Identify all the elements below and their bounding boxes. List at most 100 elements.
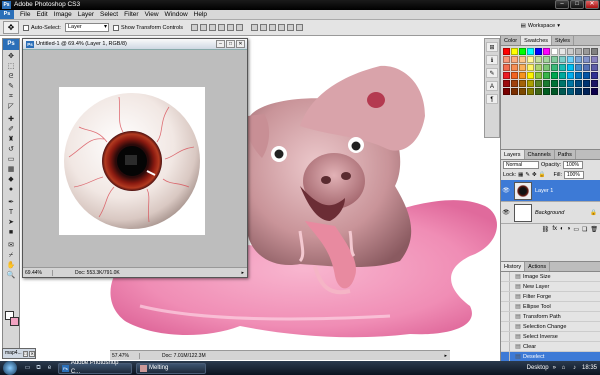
color-swatch[interactable]: [543, 48, 550, 55]
path-select-icon[interactable]: ➤: [4, 218, 18, 228]
color-swatch[interactable]: [503, 72, 510, 79]
fill-input[interactable]: 100%: [564, 171, 584, 179]
distribute-center-icon[interactable]: [287, 24, 295, 31]
color-swatch[interactable]: [567, 56, 574, 63]
color-swatch[interactable]: [519, 88, 526, 95]
color-swatch[interactable]: [575, 80, 582, 87]
trash-icon[interactable]: 🗑: [590, 226, 598, 233]
color-swatch[interactable]: [527, 72, 534, 79]
color-swatch[interactable]: [511, 48, 518, 55]
quick-select-tool-icon[interactable]: ✎: [4, 82, 18, 92]
color-swatch[interactable]: [551, 72, 558, 79]
color-swatch[interactable]: [543, 56, 550, 63]
close-icon[interactable]: ✕: [29, 350, 35, 357]
tab-layers[interactable]: Layers: [501, 150, 525, 159]
maximize-button[interactable]: □: [570, 0, 584, 9]
color-swatch[interactable]: [559, 56, 566, 63]
color-swatch[interactable]: [559, 80, 566, 87]
history-item[interactable]: ▤ Select Inverse: [501, 332, 600, 342]
doc-zoom-field[interactable]: 69.44%: [23, 269, 53, 276]
history-item[interactable]: ▤ Transform Path: [501, 312, 600, 322]
menu-window[interactable]: Window: [162, 10, 191, 20]
history-item[interactable]: ▤ Image Size: [501, 272, 600, 282]
distribute-top-icon[interactable]: [251, 24, 259, 31]
color-swatch[interactable]: [583, 80, 590, 87]
history-item[interactable]: ▤ Selection Change: [501, 322, 600, 332]
status-menu-arrow-icon[interactable]: ▸: [241, 270, 247, 276]
color-swatch[interactable]: [583, 64, 590, 71]
color-swatch[interactable]: [559, 48, 566, 55]
color-swatch[interactable]: [503, 48, 510, 55]
brushes-panel-icon[interactable]: ✎: [486, 68, 498, 78]
color-swatch[interactable]: [535, 56, 542, 63]
color-swatch[interactable]: [591, 88, 598, 95]
color-swatch[interactable]: [527, 48, 534, 55]
document-page[interactable]: [59, 87, 205, 235]
align-top-icon[interactable]: [191, 24, 199, 31]
tab-channels[interactable]: Channels: [525, 150, 555, 159]
close-button[interactable]: ✕: [585, 0, 599, 9]
network-icon[interactable]: ⌂: [560, 365, 567, 372]
hand-tool-icon[interactable]: ✋: [4, 261, 18, 271]
clock[interactable]: 18:35: [582, 365, 597, 371]
color-swatch[interactable]: [511, 72, 518, 79]
color-swatch[interactable]: [527, 64, 534, 71]
shape-tool-icon[interactable]: ■: [4, 228, 18, 238]
menu-filter[interactable]: Filter: [121, 10, 141, 20]
color-swatch[interactable]: [543, 72, 550, 79]
tab-history[interactable]: History: [501, 262, 526, 271]
eraser-tool-icon[interactable]: ▭: [4, 155, 18, 165]
menu-select[interactable]: Select: [97, 10, 121, 20]
tab-color[interactable]: Color: [501, 36, 522, 45]
minimize-button[interactable]: –: [555, 0, 569, 9]
color-swatch[interactable]: [543, 80, 550, 87]
color-swatch[interactable]: [535, 48, 542, 55]
distribute-right-icon[interactable]: [296, 24, 304, 31]
color-swatch[interactable]: [511, 64, 518, 71]
color-swatch[interactable]: [583, 56, 590, 63]
history-item[interactable]: ▤ Filter Forge: [501, 292, 600, 302]
color-swatch[interactable]: [575, 48, 582, 55]
lock-transparency-icon[interactable]: ▦: [518, 172, 523, 178]
color-swatch[interactable]: [567, 48, 574, 55]
lock-all-icon[interactable]: 🔒: [539, 172, 546, 178]
visibility-eye-icon[interactable]: 👁: [501, 209, 511, 216]
notes-tool-icon[interactable]: ✉: [4, 241, 18, 251]
layer-mask-icon[interactable]: ◐: [560, 226, 564, 232]
tab-paths[interactable]: Paths: [555, 150, 576, 159]
color-swatch[interactable]: [511, 88, 518, 95]
status-menu-arrow-icon[interactable]: ▸: [444, 353, 450, 359]
zoom-tool-icon[interactable]: 🔍: [4, 271, 18, 281]
workspace-menu[interactable]: ▤ Workspace ▾: [521, 23, 560, 29]
auto-select-dropdown[interactable]: Layer: [64, 23, 109, 32]
color-swatch[interactable]: [591, 64, 598, 71]
lasso-tool-icon[interactable]: ᘓ: [4, 72, 18, 82]
dodge-tool-icon[interactable]: ●: [4, 185, 18, 195]
layer-row[interactable]: 👁 Background 🔒: [501, 202, 600, 224]
show-transform-checkbox[interactable]: Show Transform Controls: [112, 24, 183, 31]
color-swatch[interactable]: [551, 56, 558, 63]
distribute-left-icon[interactable]: [278, 24, 286, 31]
color-swatch[interactable]: [567, 64, 574, 71]
start-button[interactable]: [3, 361, 17, 375]
color-swatch[interactable]: [551, 48, 558, 55]
color-swatch[interactable]: [503, 80, 510, 87]
color-swatch[interactable]: [527, 80, 534, 87]
move-tool-icon[interactable]: ✥: [4, 52, 18, 62]
eyedropper-icon[interactable]: ⌿: [4, 251, 18, 261]
show-desktop-icon[interactable]: ▭: [23, 364, 32, 373]
gradient-tool-icon[interactable]: ▦: [4, 165, 18, 175]
doc-close-button[interactable]: ✕: [236, 40, 245, 48]
layer-row[interactable]: 👁 Layer 1: [501, 180, 600, 202]
color-swatch[interactable]: [519, 48, 526, 55]
volume-icon[interactable]: ♪: [571, 365, 578, 372]
menu-help[interactable]: Help: [191, 10, 210, 20]
show-transform-box[interactable]: [112, 24, 119, 31]
color-swatch[interactable]: [583, 48, 590, 55]
color-swatch[interactable]: [511, 56, 518, 63]
tab-actions[interactable]: Actions: [525, 262, 551, 271]
new-layer-icon[interactable]: ❏: [582, 226, 587, 233]
history-item[interactable]: ▤ New Layer: [501, 282, 600, 292]
color-swatch[interactable]: [575, 56, 582, 63]
color-swatch[interactable]: [567, 88, 574, 95]
